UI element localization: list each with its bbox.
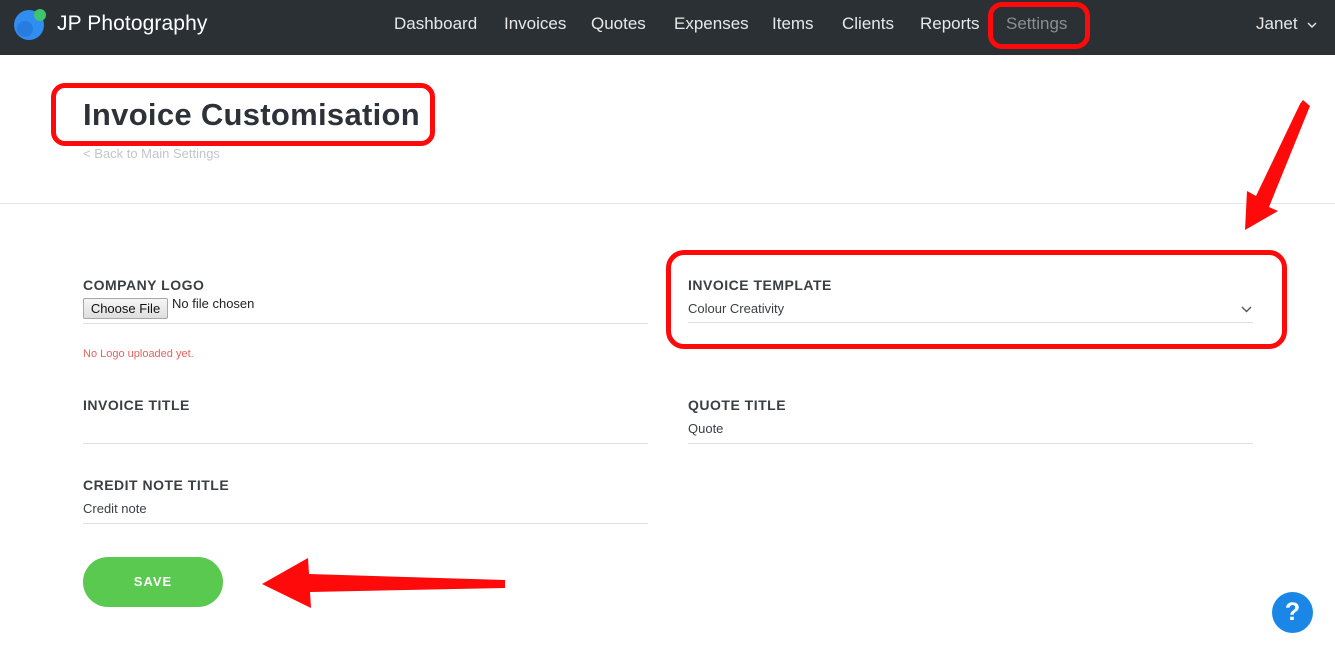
nav-dashboard[interactable]: Dashboard <box>394 14 477 34</box>
chevron-down-icon <box>1307 22 1317 28</box>
template-arrow <box>1245 100 1310 230</box>
logo-icon[interactable] <box>13 7 47 41</box>
user-name: Janet <box>1256 14 1298 33</box>
nav-quotes[interactable]: Quotes <box>591 14 646 34</box>
divider <box>0 203 1335 204</box>
user-menu[interactable]: Janet <box>1256 14 1318 34</box>
nav-items[interactable]: Items <box>772 14 814 34</box>
title-highlight <box>51 83 435 146</box>
file-status-text: No file chosen <box>172 296 255 311</box>
credit-note-title-input[interactable]: Credit note <box>83 501 147 516</box>
choose-file-button[interactable]: Choose File <box>83 298 168 319</box>
no-logo-note: No Logo uploaded yet. <box>83 348 194 360</box>
save-arrow <box>262 558 505 608</box>
credit-note-title-underline <box>83 523 648 524</box>
top-navbar: JP Photography Dashboard Invoices Quotes… <box>0 0 1335 55</box>
company-logo-underline <box>83 323 648 324</box>
brand-name[interactable]: JP Photography <box>57 12 207 36</box>
back-to-main-settings-link[interactable]: < Back to Main Settings <box>83 146 220 161</box>
quote-title-label: QUOTE TITLE <box>688 397 787 413</box>
nav-clients[interactable]: Clients <box>842 14 894 34</box>
nav-expenses[interactable]: Expenses <box>674 14 749 34</box>
quote-title-underline <box>688 443 1253 444</box>
settings-highlight <box>988 2 1090 49</box>
save-button[interactable]: SAVE <box>83 557 223 607</box>
quote-title-input[interactable]: Quote <box>688 421 723 436</box>
help-icon[interactable]: ? <box>1272 592 1313 633</box>
nav-reports[interactable]: Reports <box>920 14 980 34</box>
template-highlight <box>666 250 1287 349</box>
company-logo-label: COMPANY LOGO <box>83 277 205 293</box>
nav-invoices[interactable]: Invoices <box>504 14 566 34</box>
invoice-title-underline <box>83 443 648 444</box>
invoice-title-label: INVOICE TITLE <box>83 397 190 413</box>
credit-note-title-label: CREDIT NOTE TITLE <box>83 477 230 493</box>
